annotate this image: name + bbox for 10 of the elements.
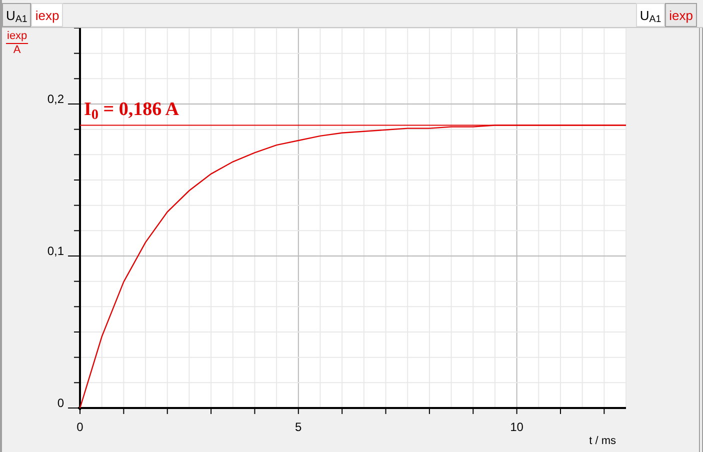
y-tick-label: 0,1 xyxy=(47,244,64,258)
x-tick-label: 10 xyxy=(510,420,524,434)
reference-label: I$_{0}$ = 0,186 A xyxy=(84,99,180,120)
y-axis-label: iexp xyxy=(6,30,28,44)
x-tick-label: 0 xyxy=(76,420,84,434)
y-axis-unit: A xyxy=(13,44,21,57)
y-tick-label: 0,2 xyxy=(47,92,64,106)
y-tick-label: 0 xyxy=(57,396,64,410)
x-axis-label: t / ms xyxy=(589,435,616,447)
x-tick-label: 5 xyxy=(295,420,302,434)
